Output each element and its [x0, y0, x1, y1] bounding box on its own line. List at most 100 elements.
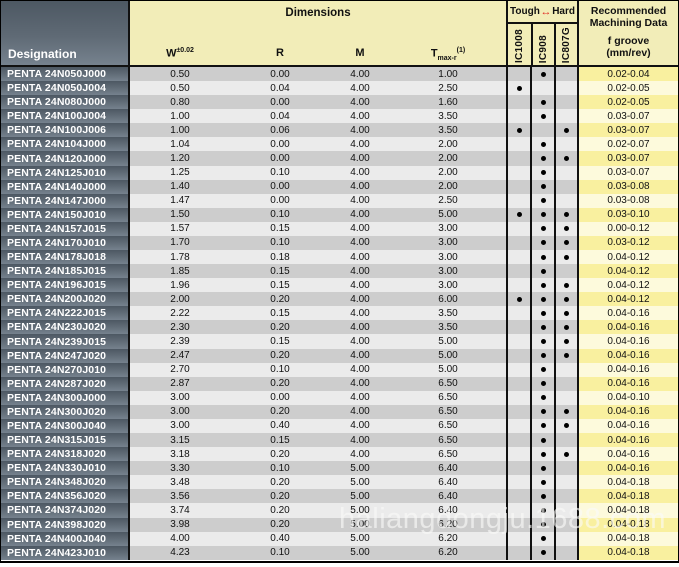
w-cell: 0.80: [130, 95, 230, 110]
f-groove-cell: 0.03-0.07: [579, 123, 678, 138]
t-cell: 3.00: [390, 235, 506, 251]
grade-column-labels: IC1008 IC908 IC807G: [508, 24, 577, 65]
r-cell: 0.20: [230, 376, 330, 391]
t-cell: 6.50: [390, 418, 506, 434]
grade-dot: [540, 240, 546, 246]
r-cell: 0.06: [230, 123, 330, 138]
w-cell: 1.47: [130, 193, 230, 208]
designation-cell: PENTA 24N140J000: [1, 179, 130, 194]
w-cell: 3.30: [130, 461, 230, 476]
grade-ic1008-cell: [506, 503, 530, 518]
hard-label: Hard: [552, 6, 575, 17]
grade-dot: [540, 437, 546, 443]
tough-label: Tough: [510, 6, 540, 17]
designation-header-label: Designation: [8, 47, 77, 61]
r-cell: 0.00: [230, 95, 330, 110]
t-cell: 3.50: [390, 123, 506, 138]
w-cell: 2.39: [130, 334, 230, 349]
m-cell: 4.00: [330, 264, 390, 279]
t-cell: 5.00: [390, 334, 506, 349]
grade-dot: [564, 409, 569, 415]
designation-cell: PENTA 24N050J000: [1, 67, 130, 82]
designation-cell: PENTA 24N100J006: [1, 123, 130, 138]
m-cell: 4.00: [330, 376, 390, 391]
w-cell: 3.00: [130, 418, 230, 434]
designation-cell: PENTA 24N423J010: [1, 545, 130, 560]
r-cell: 0.04: [230, 81, 330, 96]
grade-ic807g-cell: [554, 348, 579, 363]
f-groove-cell: 0.04-0.18: [579, 475, 678, 490]
grade-ic908-cell: [530, 320, 554, 335]
grade-dot: [540, 170, 546, 176]
grade-ic807g-cell: [554, 306, 579, 321]
w-cell: 2.87: [130, 376, 230, 391]
t-cell: 6.00: [390, 292, 506, 307]
f-groove-cell: 0.04-0.16: [579, 418, 678, 434]
w-cell: 1.20: [130, 151, 230, 166]
w-cell: 1.96: [130, 278, 230, 293]
f-groove-cell: 0.00-0.12: [579, 221, 678, 236]
table-row: PENTA 24N125J010 1.25 0.10 4.00 2.00 0.0…: [1, 165, 678, 180]
grade-ic1008-cell: [506, 362, 530, 377]
w-cell: 3.00: [130, 390, 230, 405]
grade-dot: [564, 339, 569, 345]
t-cell: 2.00: [390, 137, 506, 152]
grade-ic1008-cell: [506, 348, 530, 363]
t-cell: 2.00: [390, 179, 506, 194]
recommended-title-line2: Machining Data: [589, 17, 668, 29]
t-cell: 6.20: [390, 531, 506, 546]
f-groove-label: f groove: [607, 35, 650, 47]
grade-dot: [540, 451, 546, 457]
grade-dot: [516, 212, 522, 218]
tough-hard-arrow-icon: ↔: [540, 5, 552, 18]
m-cell: 4.00: [330, 348, 390, 363]
grade-dot: [564, 310, 569, 316]
grade-dot: [540, 493, 546, 499]
grade-ic807g-cell: [554, 221, 579, 236]
m-cell: 4.00: [330, 221, 390, 236]
w-cell: 1.57: [130, 221, 230, 236]
t-cell: 1.00: [390, 67, 506, 82]
t-cell: 6.40: [390, 475, 506, 490]
m-cell: 4.00: [330, 292, 390, 307]
t-cell: 5.00: [390, 362, 506, 377]
t-cell: 6.50: [390, 390, 506, 405]
grade-dot: [540, 339, 546, 345]
grade-ic908-cell: [530, 207, 554, 222]
grade-ic807g-cell: [554, 193, 579, 208]
grade-ic807g-cell: [554, 123, 579, 138]
grade-ic807g-cell: [554, 376, 579, 391]
grade-ic807g-cell: [554, 503, 579, 518]
t-cell: 6.50: [390, 376, 506, 391]
m-cell: 4.00: [330, 67, 390, 82]
tough-hard-scale: Tough ↔ Hard: [508, 1, 577, 24]
grade-ic807g-cell: [554, 207, 579, 222]
grade-ic807g-cell: [554, 137, 579, 152]
t-cell: 2.50: [390, 193, 506, 208]
m-cell: 4.00: [330, 137, 390, 152]
w-cell: 3.00: [130, 404, 230, 419]
grade-ic908-cell: [530, 362, 554, 377]
grade-dot: [540, 522, 546, 528]
table-row: PENTA 24N270J010 2.70 0.10 4.00 5.00 0.0…: [1, 362, 678, 377]
grade-label-ic807g: IC807G: [554, 24, 577, 65]
grade-dot: [540, 310, 546, 316]
grade-ic908-cell: [530, 447, 554, 462]
f-groove-cell: 0.04-0.12: [579, 292, 678, 307]
table-row: PENTA 24N400J040 4.00 0.40 5.00 6.20 0.0…: [1, 531, 678, 546]
r-cell: 0.15: [230, 221, 330, 236]
grade-dot: [540, 71, 546, 77]
f-groove-cell: 0.04-0.16: [579, 376, 678, 391]
grade-ic807g-cell: [554, 67, 579, 82]
w-cell: 2.00: [130, 292, 230, 307]
m-cell: 4.00: [330, 95, 390, 110]
designation-cell: PENTA 24N125J010: [1, 165, 130, 180]
grade-ic1008-cell: [506, 306, 530, 321]
grade-ic1008-cell: [506, 221, 530, 236]
designation-cell: PENTA 24N100J004: [1, 109, 130, 124]
t-cell: 3.00: [390, 221, 506, 236]
t-cell: 3.00: [390, 278, 506, 293]
t-cell: 6.50: [390, 433, 506, 448]
grade-ic908-cell: [530, 81, 554, 96]
table-row: PENTA 24N300J020 3.00 0.20 4.00 6.50 0.0…: [1, 404, 678, 419]
